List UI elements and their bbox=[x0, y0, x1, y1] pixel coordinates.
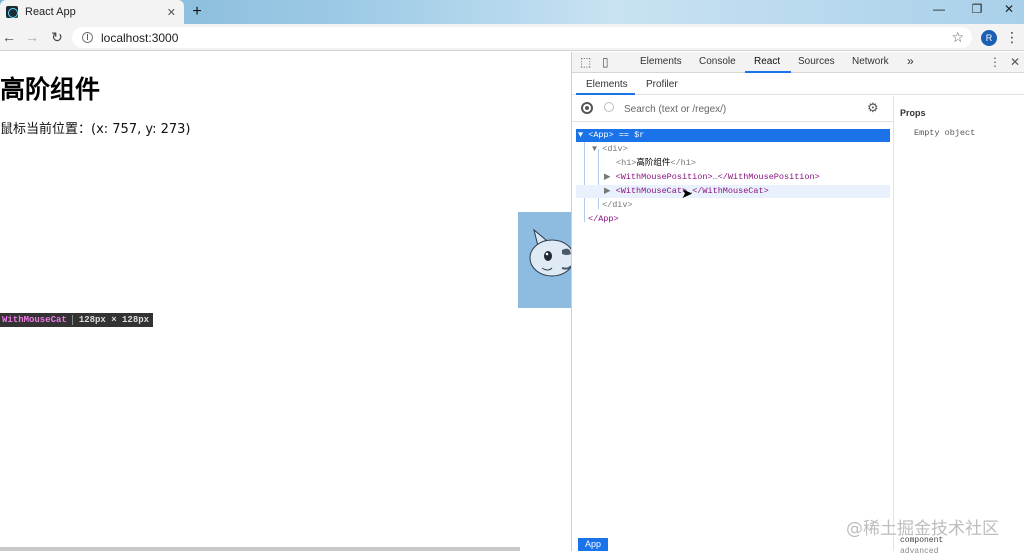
tree-row-withmouseposition[interactable]: ▶ <WithMousePosition>…</WithMousePositio… bbox=[576, 171, 890, 184]
tree-tag-open: <WithMouseCat> bbox=[615, 186, 688, 196]
maximize-button[interactable]: ❐ bbox=[962, 2, 992, 16]
star-icon[interactable]: ☆ bbox=[951, 29, 964, 46]
react-subtabs: Elements Profiler bbox=[572, 74, 1024, 95]
tree-row-div[interactable]: ▼ <div> bbox=[576, 143, 890, 156]
expand-arrow-icon[interactable]: ▶ bbox=[604, 172, 611, 182]
omnibox[interactable]: i localhost:3000 ☆ bbox=[72, 27, 972, 48]
tab-title: React App bbox=[25, 6, 76, 18]
mouse-position-text: 鼠标当前位置：(x: 757, y: 273) bbox=[0, 122, 191, 137]
browser-titlebar: React App ✕ + — ❐ ✕ bbox=[0, 0, 1024, 24]
react-favicon-icon bbox=[6, 6, 18, 18]
inspect-element-icon[interactable]: ⬚ bbox=[580, 55, 591, 69]
new-tab-button[interactable]: + bbox=[188, 3, 206, 21]
tooltip-component-name: WithMouseCat bbox=[0, 315, 73, 325]
tree-row-withmousecat[interactable]: ▶ <WithMouseCat>…</WithMouseCat> bbox=[576, 185, 890, 198]
subtab-elements[interactable]: Elements bbox=[586, 79, 628, 90]
extension-icon[interactable]: R bbox=[981, 30, 997, 46]
tab-close-icon[interactable]: ✕ bbox=[167, 6, 176, 19]
tree-tag-open: </App> bbox=[588, 214, 619, 224]
component-search-bar: ⚙ bbox=[572, 96, 893, 122]
cat-image bbox=[518, 212, 571, 308]
forward-arrow-icon[interactable]: → bbox=[23, 29, 41, 45]
expand-arrow-icon[interactable]: ▶ bbox=[604, 186, 611, 196]
tree-row-div-close[interactable]: </div> bbox=[576, 199, 890, 212]
horizontal-scrollbar[interactable] bbox=[0, 547, 520, 551]
close-window-button[interactable]: ✕ bbox=[994, 2, 1024, 16]
tree-row-h1[interactable]: <h1>高阶组件</h1> bbox=[576, 157, 890, 170]
watermark: @稀土掘金技术社区 bbox=[846, 519, 999, 539]
element-highlight-tooltip: WithMouseCat 128px × 128px bbox=[0, 313, 154, 327]
tree-tag-open: </div> bbox=[602, 200, 633, 210]
devtools-panel: ⬚ ▯ Elements Console React Sources Netwo… bbox=[571, 52, 1024, 556]
tree-text: 高阶组件 bbox=[636, 158, 671, 168]
breadcrumb-app[interactable]: App bbox=[578, 538, 608, 551]
tree-tag-close: </WithMousePosition> bbox=[717, 172, 820, 182]
page-viewport: 高阶组件 鼠标当前位置：(x: 757, y: 273) WithMouseCa… bbox=[0, 52, 571, 551]
browser-tab[interactable]: React App ✕ bbox=[0, 0, 184, 24]
reload-icon[interactable]: ↻ bbox=[48, 29, 66, 46]
minimize-button[interactable]: — bbox=[924, 2, 954, 16]
chrome-menu-icon[interactable]: ⋮ bbox=[1005, 29, 1019, 46]
props-panel: Props Empty object component advanced bbox=[893, 96, 1024, 556]
tree-tag-open: <h1> bbox=[616, 158, 637, 168]
tree-tag-open: <WithMousePosition> bbox=[615, 172, 713, 182]
back-arrow-icon[interactable]: ← bbox=[0, 29, 18, 45]
tree-row-app[interactable]: ▼ <App> == $r bbox=[576, 129, 890, 142]
tab-console[interactable]: Console bbox=[699, 56, 736, 67]
tab-sources[interactable]: Sources bbox=[798, 56, 835, 67]
info-icon[interactable]: i bbox=[82, 32, 93, 43]
tab-network[interactable]: Network bbox=[852, 56, 889, 67]
page-heading: 高阶组件 bbox=[0, 75, 101, 104]
tab-react[interactable]: React bbox=[754, 56, 780, 67]
tree-tag-close: </WithMouseCat> bbox=[692, 186, 769, 196]
url-text[interactable]: localhost:3000 bbox=[101, 31, 178, 45]
devtools-menu-icon[interactable]: ⋮ bbox=[989, 55, 1001, 69]
devtools-tabbar: ⬚ ▯ Elements Console React Sources Netwo… bbox=[572, 52, 1024, 73]
search-icon bbox=[604, 102, 614, 112]
tree-tag-close: </h1> bbox=[670, 158, 696, 168]
expand-arrow-icon[interactable]: ▼ bbox=[592, 144, 597, 154]
settings-gear-icon[interactable]: ⚙ bbox=[867, 100, 879, 116]
props-value: Empty object bbox=[914, 128, 976, 138]
tree-selected-ref: == $r bbox=[613, 130, 645, 140]
component-tree: ▼ <App> == $r ▼ <div> <h1>高阶组件</h1> ▶ <W… bbox=[572, 123, 893, 553]
tree-tag-open: <div> bbox=[602, 144, 628, 154]
props-bottom-line: advanced bbox=[900, 547, 939, 556]
expand-arrow-icon[interactable]: ▼ bbox=[578, 130, 583, 140]
tab-elements[interactable]: Elements bbox=[640, 56, 682, 67]
active-tab-indicator bbox=[745, 71, 791, 73]
tooltip-size: 128px × 128px bbox=[78, 315, 150, 325]
mouse-cursor-icon: ➤ bbox=[681, 185, 693, 201]
subtab-indicator bbox=[576, 93, 635, 95]
devtools-close-icon[interactable]: ✕ bbox=[1010, 55, 1020, 69]
address-bar: ← → ↻ i localhost:3000 ☆ bbox=[0, 24, 1024, 51]
device-toolbar-icon[interactable]: ▯ bbox=[602, 55, 609, 69]
select-element-icon[interactable] bbox=[581, 102, 593, 114]
subtab-profiler[interactable]: Profiler bbox=[646, 79, 678, 90]
more-tabs-icon[interactable]: » bbox=[907, 54, 914, 68]
tree-tag-open: <App> bbox=[588, 130, 614, 140]
tree-row-app-close[interactable]: </App> bbox=[576, 213, 890, 226]
component-search-input[interactable] bbox=[624, 101, 854, 117]
props-title: Props bbox=[900, 108, 926, 118]
